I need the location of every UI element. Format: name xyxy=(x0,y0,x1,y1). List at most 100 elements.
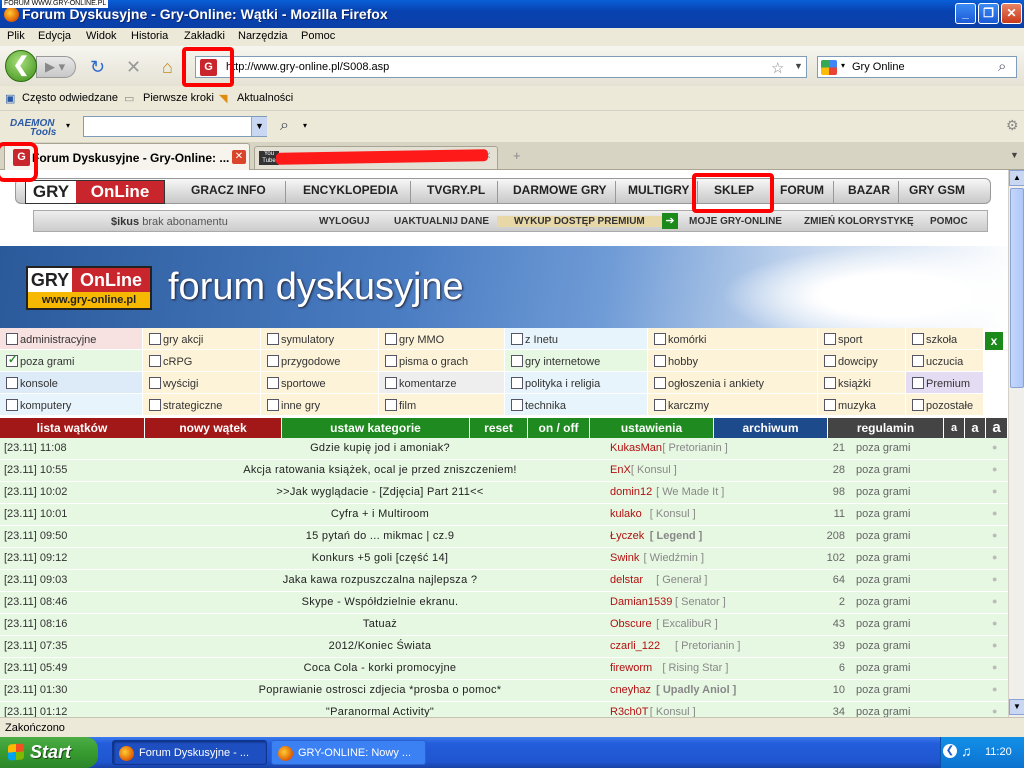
thread-row[interactable]: [23.11] 10:55 Akcja ratowania książek, oc… xyxy=(0,460,1008,482)
thread-title[interactable]: Skype - Współdzielnie ekranu. xyxy=(160,596,600,608)
thread-row[interactable]: [23.11] 08:46 Skype - Współdzielnie ekran… xyxy=(0,592,1008,614)
thread-title[interactable]: Akcja ratowania książek, ocal je przed z… xyxy=(160,464,600,476)
category-checkbox[interactable] xyxy=(6,353,18,367)
daemon-search-icon[interactable]: ⌕ xyxy=(280,117,289,135)
thread-title[interactable]: Tatuaż xyxy=(160,618,600,630)
new-tab-button[interactable]: + xyxy=(513,148,521,163)
category-checkbox[interactable] xyxy=(654,333,666,345)
category-1-0[interactable]: poza grami xyxy=(0,350,143,372)
link-pomoc[interactable]: POMOC xyxy=(930,216,968,227)
thread-author[interactable]: EnX xyxy=(610,464,631,476)
menu-tools[interactable]: Narzędzia xyxy=(238,30,288,42)
btn-regulamin[interactable]: regulamin xyxy=(828,418,944,438)
close-window-button[interactable]: ✕ xyxy=(1001,3,1022,24)
thread-title[interactable]: Konkurs +5 goli [część 14] xyxy=(160,552,600,564)
category-checkbox[interactable] xyxy=(824,355,836,367)
category-checkbox[interactable] xyxy=(511,333,523,345)
menu-bookmarks[interactable]: Zakładki xyxy=(184,30,225,42)
btn-lista-watkow[interactable]: lista wątków xyxy=(0,418,145,438)
nav-bazar[interactable]: BAZAR xyxy=(848,183,890,197)
thread-row[interactable]: [23.11] 10:02 >>Jak wyglądacie - [Zdjęcia… xyxy=(0,482,1008,504)
nav-multigry[interactable]: MULTIGRY xyxy=(628,183,689,197)
btn-reset[interactable]: reset xyxy=(470,418,528,438)
category-1-6[interactable]: dowcipy xyxy=(818,350,906,372)
thread-title[interactable]: 15 pytań do ... mikmac | cz.9 xyxy=(160,530,600,542)
nav-encyklopedia[interactable]: ENCYKLOPEDIA xyxy=(303,183,398,197)
thread-title[interactable]: Cyfra + i Multiroom xyxy=(160,508,600,520)
btn-nowy-watek[interactable]: nowy wątek xyxy=(145,418,282,438)
category-3-2[interactable]: inne gry xyxy=(261,394,379,416)
category-1-7[interactable]: uczucia xyxy=(906,350,984,372)
category-2-2[interactable]: sportowe xyxy=(261,372,379,394)
daemon-search-dropdown-icon[interactable]: ▾ xyxy=(303,121,307,130)
category-checkbox[interactable] xyxy=(824,377,836,389)
thread-author[interactable]: Swink xyxy=(610,552,639,564)
thread-author[interactable]: kulako xyxy=(610,508,642,520)
category-3-4[interactable]: technika xyxy=(505,394,648,416)
category-checkbox[interactable] xyxy=(654,399,666,411)
tab-forum[interactable]: G Forum Dyskusyjne - Gry-Online: ... ✕ xyxy=(4,143,250,170)
category-3-6[interactable]: muzyka xyxy=(818,394,906,416)
scroll-down-icon[interactable]: ▼ xyxy=(1009,699,1024,715)
task-forum[interactable]: Forum Dyskusyjne - ... xyxy=(112,740,267,765)
category-0-5[interactable]: komórki xyxy=(648,328,818,350)
category-checkbox[interactable] xyxy=(149,355,161,367)
nav-forum[interactable]: FORUM xyxy=(780,183,824,197)
minimize-button[interactable]: _ xyxy=(955,3,976,24)
page-scrollbar[interactable]: ▲ ▼ xyxy=(1008,170,1024,717)
search-magnifier-icon[interactable]: ⌕ xyxy=(998,58,1006,75)
thread-title[interactable]: Coca Cola - korki promocyjne xyxy=(160,662,600,674)
category-checkbox[interactable] xyxy=(385,355,397,367)
thread-row[interactable]: [23.11] 09:03 Jaka kawa rozpuszczalna naj… xyxy=(0,570,1008,592)
nav-gry-gsm[interactable]: GRY GSM xyxy=(909,183,965,197)
link-zmien-kolorystyke[interactable]: ZMIEŃ KOLORYSTYKĘ xyxy=(804,216,914,227)
tab-close-icon[interactable]: ✕ xyxy=(232,150,246,164)
link-premium[interactable]: WYKUP DOSTĘP PREMIUM xyxy=(497,216,662,227)
category-2-3[interactable]: komentarze xyxy=(379,372,505,394)
network-icon[interactable]: ♫ xyxy=(961,743,972,759)
btn-ustaw-kategorie[interactable]: ustaw kategorie xyxy=(282,418,470,438)
menu-history[interactable]: Historia xyxy=(131,30,168,42)
category-checkbox[interactable] xyxy=(149,377,161,389)
category-checkbox[interactable] xyxy=(267,399,279,411)
category-checkbox[interactable] xyxy=(912,333,924,345)
thread-title[interactable]: Poprawianie ostrosci zdjecia *prosba o p… xyxy=(160,684,600,696)
category-checkbox[interactable] xyxy=(824,399,836,411)
category-checkbox[interactable] xyxy=(385,377,397,389)
category-checkbox[interactable] xyxy=(385,333,397,345)
search-bar[interactable]: ▾ Gry Online ⌕ xyxy=(817,56,1017,78)
category-close-button[interactable]: x xyxy=(985,332,1003,350)
thread-author[interactable]: Obscure xyxy=(610,618,652,630)
category-checkbox[interactable] xyxy=(912,399,924,411)
forward-button[interactable]: ▶ ▾ xyxy=(36,56,76,78)
font-large-button[interactable]: a xyxy=(986,418,1008,438)
thread-title[interactable]: 2012/Koniec Świata xyxy=(160,640,600,652)
thread-row[interactable]: [23.11] 07:35 2012/Koniec Świata czarli_12… xyxy=(0,636,1008,658)
menu-help[interactable]: Pomoc xyxy=(301,30,335,42)
back-button[interactable]: ❮ xyxy=(5,50,37,82)
thread-title[interactable]: Gdzie kupię jod i amoniak? xyxy=(160,442,600,454)
window-titlebar[interactable]: Forum Dyskusyjne - Gry-Online: Wątki - M… xyxy=(0,0,1024,28)
tab-list-icon[interactable]: ▼ xyxy=(1010,150,1019,160)
search-engine-label[interactable]: Gry Online xyxy=(852,61,905,73)
btn-on-off[interactable]: on / off xyxy=(528,418,590,438)
daemon-input-dropdown-icon[interactable]: ▼ xyxy=(251,117,267,136)
category-checkbox[interactable] xyxy=(6,333,18,345)
thread-author[interactable]: czarli_122 xyxy=(610,640,660,652)
thread-author[interactable]: Damian1539 xyxy=(610,596,672,608)
category-0-3[interactable]: gry MMO xyxy=(379,328,505,350)
daemon-search-input[interactable]: ▼ xyxy=(83,116,267,137)
category-3-7[interactable]: pozostałe xyxy=(906,394,984,416)
category-checkbox[interactable] xyxy=(654,355,666,367)
menu-file[interactable]: Plik xyxy=(7,30,25,42)
thread-title[interactable]: "Paranormal Activity" xyxy=(160,706,600,717)
thread-row[interactable]: [23.11] 05:49 Coca Cola - korki promocyjn… xyxy=(0,658,1008,680)
category-0-0[interactable]: administracyjne xyxy=(0,328,143,350)
category-3-5[interactable]: karczmy xyxy=(648,394,818,416)
bookmark-most-visited[interactable]: Często odwiedzane xyxy=(22,92,118,104)
start-button[interactable]: Start xyxy=(0,737,98,768)
nav-tvgry[interactable]: TVGRY.PL xyxy=(427,183,485,197)
category-checkbox[interactable] xyxy=(654,377,666,389)
category-checkbox[interactable] xyxy=(6,377,18,389)
task-gry-online[interactable]: GRY-ONLINE: Nowy ... xyxy=(271,740,426,765)
